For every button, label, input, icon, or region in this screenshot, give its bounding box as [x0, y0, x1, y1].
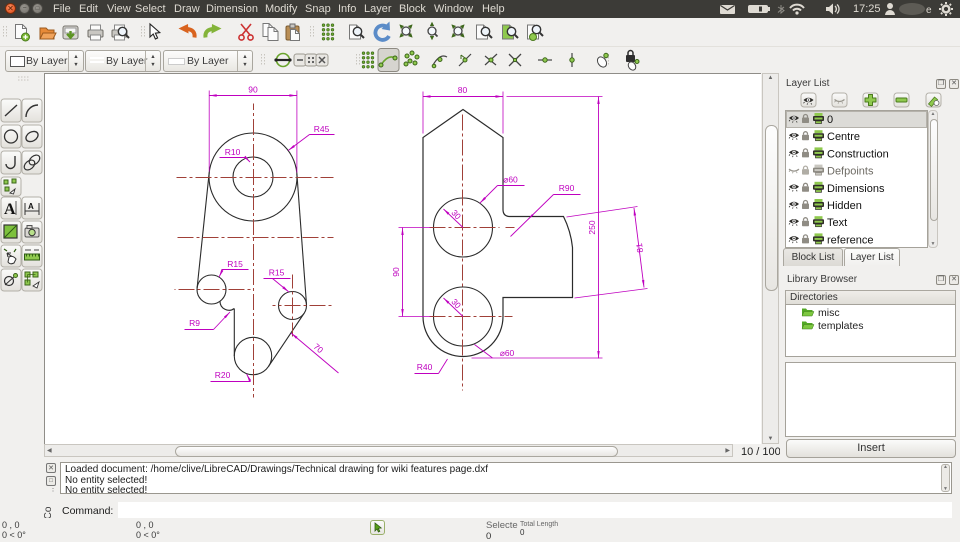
svg-text:Centre: Centre — [827, 131, 860, 143]
svg-text:70: 70 — [312, 341, 326, 355]
svg-text:90: 90 — [391, 267, 401, 277]
svg-text:misc: misc — [818, 307, 840, 319]
svg-text:reference: reference — [827, 234, 873, 246]
svg-text:Hidden: Hidden — [827, 200, 862, 212]
svg-text:R40: R40 — [417, 362, 433, 372]
svg-text:templates: templates — [818, 320, 864, 332]
svg-text:Dimensions: Dimensions — [827, 183, 885, 195]
svg-text:A: A — [28, 202, 34, 211]
svg-text:A: A — [4, 201, 16, 218]
svg-text:⌀60: ⌀60 — [503, 175, 518, 185]
svg-text:30: 30 — [449, 208, 463, 222]
svg-text:81: 81 — [634, 242, 645, 253]
svg-text:R20: R20 — [215, 370, 231, 380]
svg-text:Text: Text — [827, 217, 847, 229]
svg-text:e: e — [926, 5, 932, 16]
svg-text:0: 0 — [827, 114, 833, 126]
svg-text:⌀60: ⌀60 — [500, 348, 515, 358]
svg-text:R10: R10 — [225, 147, 241, 157]
svg-text:250: 250 — [587, 220, 597, 234]
svg-text:R9: R9 — [189, 318, 200, 328]
svg-text:90: 90 — [248, 85, 258, 95]
svg-text:R45: R45 — [314, 124, 330, 134]
svg-text:R15: R15 — [269, 268, 285, 278]
svg-text:Construction: Construction — [827, 148, 889, 160]
svg-text:R15: R15 — [227, 259, 243, 269]
svg-text:Defpoints: Defpoints — [827, 166, 874, 178]
svg-text:30: 30 — [449, 297, 463, 311]
svg-text:R90: R90 — [559, 183, 575, 193]
svg-text:80: 80 — [458, 85, 468, 95]
